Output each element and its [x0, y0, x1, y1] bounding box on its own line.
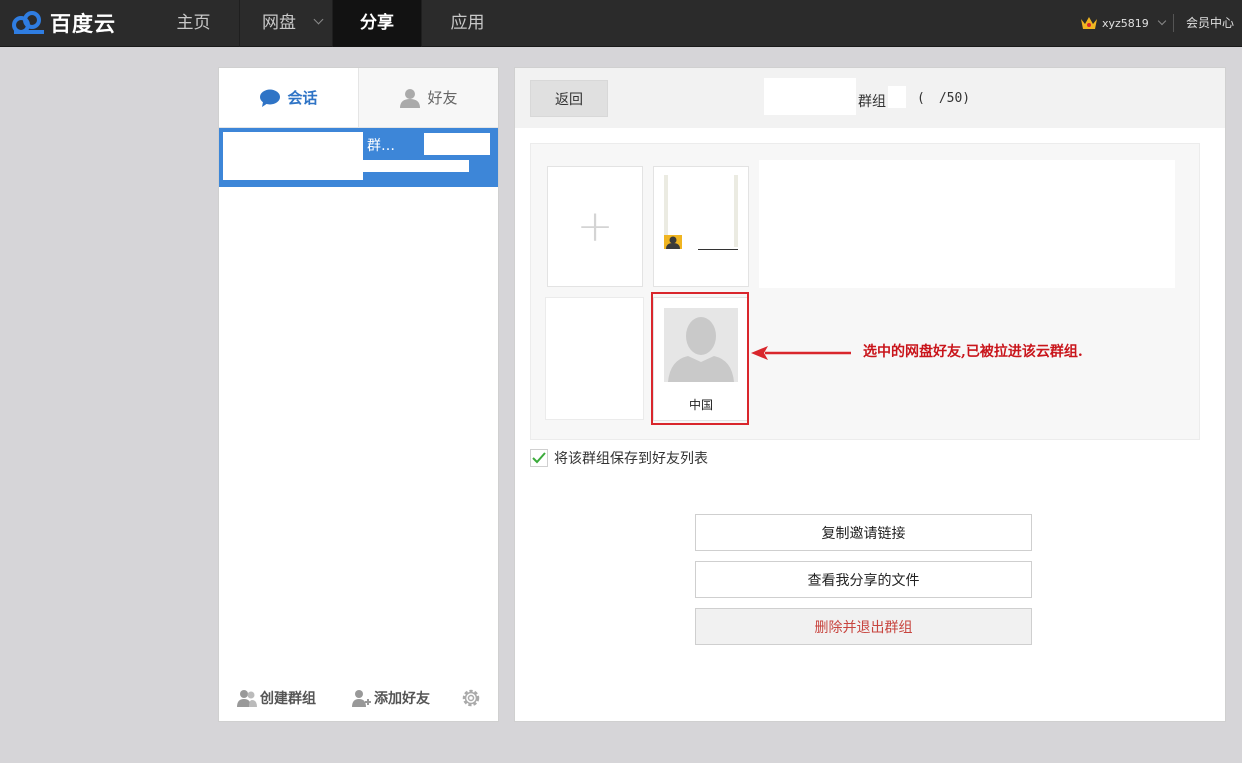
- save-to-friends-label: 将该群组保存到好友列表: [554, 451, 708, 467]
- baidu-cloud-logo-icon: [12, 11, 44, 34]
- chevron-down-icon: [1157, 16, 1167, 26]
- add-friend-button[interactable]: 添加好友: [351, 688, 430, 708]
- redacted-block: [363, 160, 469, 172]
- tab-friends-label: 好友: [427, 89, 458, 107]
- add-person-icon: [352, 690, 371, 707]
- create-group-button[interactable]: 创建群组: [237, 688, 316, 708]
- group-header: 返回 群组 ( /50): [515, 68, 1225, 128]
- logo-text: 百度云: [50, 12, 116, 36]
- add-friend-label: 添加好友: [374, 691, 430, 707]
- redacted-block: [888, 86, 906, 108]
- copy-invite-link-button[interactable]: 复制邀请链接: [695, 514, 1032, 551]
- add-member-button[interactable]: +: [547, 166, 643, 287]
- panel-footer: 创建群组 添加好友: [219, 675, 498, 721]
- conversation-item[interactable]: 群…: [219, 128, 498, 187]
- crown-icon: [1081, 17, 1097, 29]
- back-button[interactable]: 返回: [530, 80, 608, 117]
- divider: [698, 249, 738, 250]
- tab-conversations[interactable]: 会话: [219, 68, 359, 127]
- delete-and-exit-group-button[interactable]: 删除并退出群组: [695, 608, 1032, 645]
- owner-avatar-icon: [664, 235, 682, 249]
- conversation-name: 群…: [367, 138, 395, 154]
- group-icon: [237, 690, 257, 707]
- tab-friends[interactable]: 好友: [359, 68, 498, 127]
- save-to-friends-option[interactable]: 将该群组保存到好友列表: [530, 448, 708, 468]
- redacted-block: [734, 175, 738, 247]
- username: xyz5819: [1102, 16, 1149, 30]
- checkbox[interactable]: [530, 449, 548, 467]
- divider: [1173, 14, 1174, 32]
- member-tile[interactable]: [653, 166, 749, 287]
- open-paren: (: [917, 91, 925, 106]
- gear-icon[interactable]: [460, 687, 482, 709]
- checkmark-icon: [532, 452, 546, 464]
- plus-icon: +: [576, 201, 614, 252]
- redacted-block: [545, 297, 644, 420]
- nav-apps-label: 应用: [450, 13, 485, 33]
- panel-tabs: 会话 好友: [219, 68, 498, 128]
- annotation-text: 选中的网盘好友,已被拉进该云群组.: [863, 344, 1083, 360]
- vip-center-link[interactable]: 会员中心: [1186, 14, 1234, 31]
- tab-conversations-label: 会话: [287, 89, 318, 107]
- main-nav: 主页 网盘 分享 应用: [148, 0, 513, 47]
- person-icon: [400, 88, 421, 108]
- redacted-block: [764, 78, 856, 115]
- user-menu[interactable]: xyz5819: [1080, 13, 1167, 33]
- group-detail-panel: 返回 群组 ( /50) + 中国 选中的网盘好友,已被拉进该云群组. 将该群组保…: [514, 67, 1226, 722]
- nav-share-label: 分享: [360, 13, 394, 33]
- nav-netdisk[interactable]: 网盘: [240, 0, 333, 47]
- nav-share[interactable]: 分享: [333, 0, 422, 47]
- member-count-value: /50): [938, 91, 971, 106]
- member-count: ( /50): [917, 91, 970, 106]
- create-group-label: 创建群组: [260, 691, 316, 707]
- redacted-block: [223, 132, 363, 180]
- member-grid: + 中国: [530, 143, 1200, 440]
- view-shared-files-button[interactable]: 查看我分享的文件: [695, 561, 1032, 598]
- nav-apps[interactable]: 应用: [422, 0, 513, 47]
- highlight-box: [651, 292, 749, 425]
- redacted-block: [759, 160, 1175, 288]
- conversation-panel: 会话 好友 群… 创建群组 添加好友: [218, 67, 499, 722]
- arrow-left-icon: [751, 346, 851, 360]
- chat-bubble-icon: [260, 89, 281, 107]
- group-title: 群组: [858, 94, 886, 110]
- logo[interactable]: 百度云: [10, 8, 116, 38]
- redacted-block: [424, 133, 490, 155]
- top-navigation-bar: 百度云 主页 网盘 分享 应用 xyz5819 会员中心: [0, 0, 1242, 47]
- nav-netdisk-label: 网盘: [262, 13, 296, 33]
- nav-home-label: 主页: [176, 13, 211, 33]
- chevron-down-icon: [313, 14, 324, 25]
- nav-home[interactable]: 主页: [148, 0, 240, 47]
